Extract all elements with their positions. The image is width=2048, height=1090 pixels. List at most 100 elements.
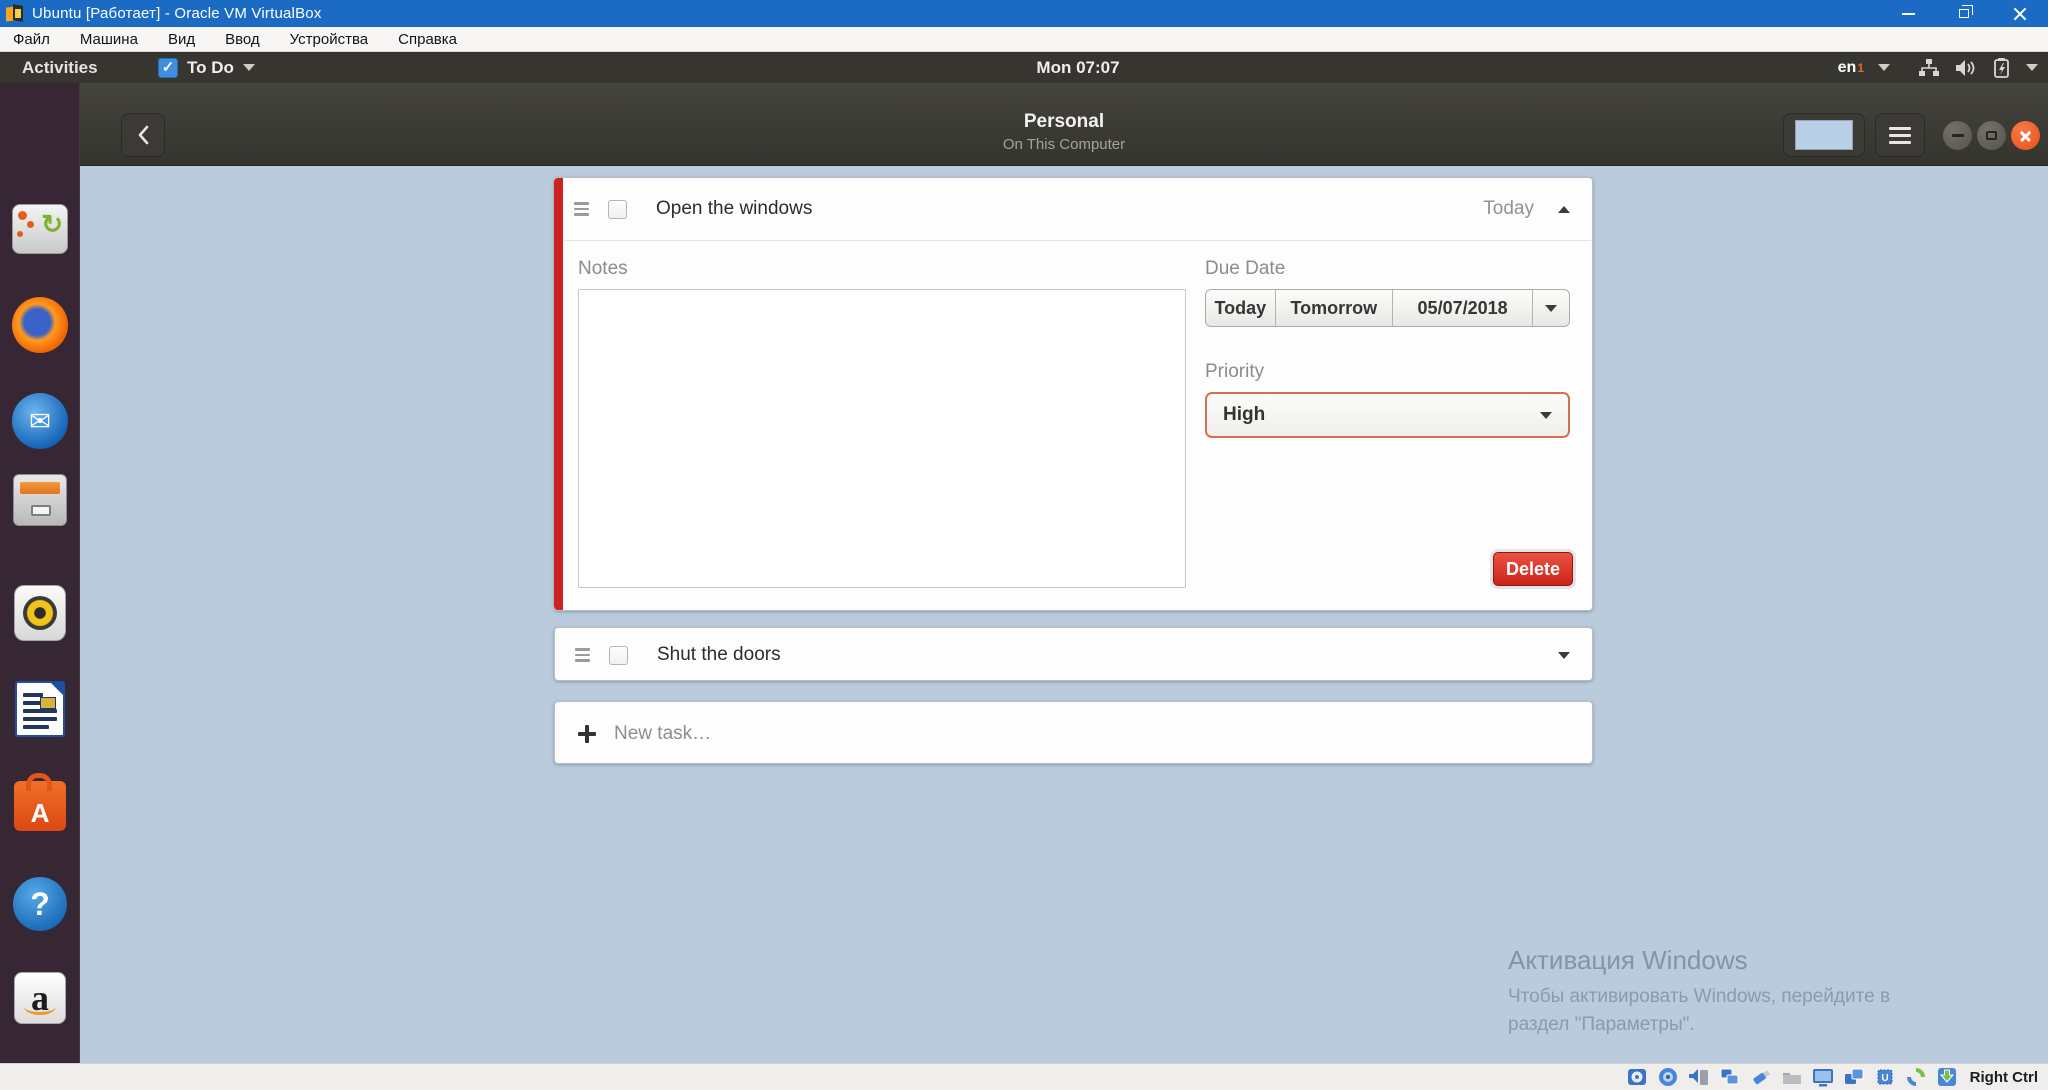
amazon-icon: a (14, 972, 66, 1024)
rhythmbox-icon (14, 585, 66, 641)
video-capture-icon[interactable] (1842, 1066, 1866, 1088)
launcher-dock: ↻ ✉ A ? a (0, 83, 80, 1063)
menu-input[interactable]: Ввод (225, 31, 260, 48)
close-icon (2013, 7, 2027, 21)
chevron-down-icon (1540, 412, 1552, 419)
due-tomorrow-button[interactable]: Tomorrow (1276, 290, 1393, 326)
new-task-card[interactable]: New task… (554, 701, 1593, 764)
input-source-indicator[interactable]: en 1 (1838, 59, 1864, 77)
list-color-button[interactable] (1783, 113, 1865, 157)
mouse-integration-icon[interactable] (1904, 1066, 1928, 1088)
list-title: Personal (80, 111, 2048, 134)
volume-icon[interactable] (1954, 58, 1978, 78)
task-checkbox[interactable] (608, 200, 627, 219)
dock-item-files[interactable] (11, 471, 69, 529)
drag-handle-icon[interactable] (575, 648, 590, 662)
dock-item-help[interactable]: ? (11, 875, 69, 933)
chevron-down-icon (2026, 64, 2038, 71)
dock-item-libreoffice-writer[interactable] (11, 680, 69, 738)
task-checkbox[interactable] (609, 646, 628, 665)
hamburger-menu-button[interactable] (1875, 113, 1925, 157)
delete-button[interactable]: Delete (1493, 552, 1573, 586)
chevron-down-icon[interactable] (1558, 652, 1570, 659)
task-card-expanded: Open the windows Today Notes Due Date To… (554, 177, 1593, 611)
network-icon[interactable] (1718, 1066, 1742, 1088)
dock-item-software-updater[interactable]: ↻ (11, 200, 69, 258)
virtualbox-logo-icon (6, 5, 24, 23)
chevron-down-icon (1545, 305, 1557, 312)
chevron-down-icon (1878, 64, 1890, 71)
vbox-menubar: Файл Машина Вид Ввод Устройства Справка (0, 27, 2048, 52)
chevron-up-icon[interactable] (1558, 206, 1570, 213)
thunderbird-icon: ✉ (12, 393, 68, 449)
app-headerbar: Personal On This Computer (80, 83, 2048, 166)
chevron-down-icon (243, 64, 255, 71)
dock-item-ubuntu-software[interactable]: A (11, 777, 69, 835)
menu-view[interactable]: Вид (168, 31, 195, 48)
divider (564, 240, 1591, 241)
app-maximize-button[interactable] (1977, 121, 2006, 150)
clock[interactable]: Mon 07:07 (1023, 52, 1133, 83)
menu-help[interactable]: Справка (398, 31, 457, 48)
vbox-titlebar: Ubuntu [Работает] - Oracle VM VirtualBox (0, 0, 2048, 27)
windows-activation-watermark: Активация Windows Чтобы активировать Win… (1508, 946, 1890, 1036)
gnome-topbar: Activities ✓ To Do Mon 07:07 en 1 (0, 52, 2048, 83)
activities-button[interactable]: Activities (22, 52, 98, 83)
priority-select[interactable]: High (1205, 392, 1570, 438)
close-button[interactable] (1992, 0, 2048, 27)
minimize-button[interactable] (1880, 0, 1936, 27)
firefox-icon (12, 297, 68, 353)
due-today-button[interactable]: Today (1206, 290, 1276, 326)
software-updater-icon: ↻ (12, 204, 68, 254)
keyboard-capture-icon[interactable] (1935, 1066, 1959, 1088)
dock-item-firefox[interactable] (11, 296, 69, 354)
libreoffice-writer-icon (15, 681, 65, 737)
list-subtitle: On This Computer (80, 134, 2048, 155)
hamburger-icon (1889, 127, 1911, 130)
task-title: Shut the doors (657, 644, 781, 666)
restore-button[interactable] (1936, 0, 1992, 27)
task-title: Open the windows (656, 198, 812, 220)
task-card-collapsed: Shut the doors (554, 627, 1593, 681)
display-icon[interactable] (1811, 1066, 1835, 1088)
battery-icon[interactable] (1992, 57, 2012, 79)
files-icon (13, 474, 67, 526)
due-date-dropdown-button[interactable] (1533, 290, 1569, 326)
window-title: Ubuntu [Работает] - Oracle VM VirtualBox (32, 5, 322, 22)
drag-handle-icon[interactable] (574, 202, 589, 216)
hard-disk-icon[interactable] (1625, 1066, 1649, 1088)
todo-check-icon: ✓ (158, 58, 178, 78)
priority-color-bar (554, 178, 563, 610)
color-swatch (1795, 120, 1853, 150)
menu-machine[interactable]: Машина (80, 31, 138, 48)
usb-icon[interactable] (1749, 1066, 1773, 1088)
app-menu-label: To Do (187, 58, 234, 78)
priority-label: Priority (1205, 361, 1264, 383)
due-date-button[interactable]: 05/07/2018 (1393, 290, 1533, 326)
due-badge: Today (1483, 198, 1534, 220)
app-menu-todo[interactable]: ✓ To Do (158, 52, 255, 83)
optical-disc-icon[interactable] (1656, 1066, 1680, 1088)
due-date-segmented-control: Today Tomorrow 05/07/2018 (1205, 289, 1570, 327)
watermark-line2: Чтобы активировать Windows, перейдите в (1508, 986, 1890, 1008)
priority-value: High (1223, 404, 1265, 426)
menu-devices[interactable]: Устройства (290, 31, 368, 48)
watermark-line3: раздел "Параметры". (1508, 1014, 1890, 1036)
network-tree-icon[interactable] (1918, 58, 1940, 78)
notes-label: Notes (578, 258, 628, 280)
processor-icon[interactable]: U (1873, 1066, 1897, 1088)
task-row[interactable]: Shut the doors (555, 628, 1592, 682)
dock-item-rhythmbox[interactable] (11, 584, 69, 642)
task-row[interactable]: Open the windows Today (554, 178, 1592, 240)
audio-icon[interactable] (1687, 1066, 1711, 1088)
svg-text:U: U (1881, 1073, 1888, 1084)
dock-item-thunderbird[interactable]: ✉ (11, 392, 69, 450)
app-close-button[interactable] (2011, 121, 2040, 150)
shared-folders-icon[interactable] (1780, 1066, 1804, 1088)
dock-item-amazon[interactable]: a (11, 969, 69, 1027)
app-minimize-button[interactable] (1943, 121, 1972, 150)
menu-file[interactable]: Файл (13, 31, 50, 48)
notes-textarea[interactable] (578, 289, 1186, 588)
watermark-title: Активация Windows (1508, 946, 1890, 976)
due-date-label: Due Date (1205, 258, 1285, 280)
